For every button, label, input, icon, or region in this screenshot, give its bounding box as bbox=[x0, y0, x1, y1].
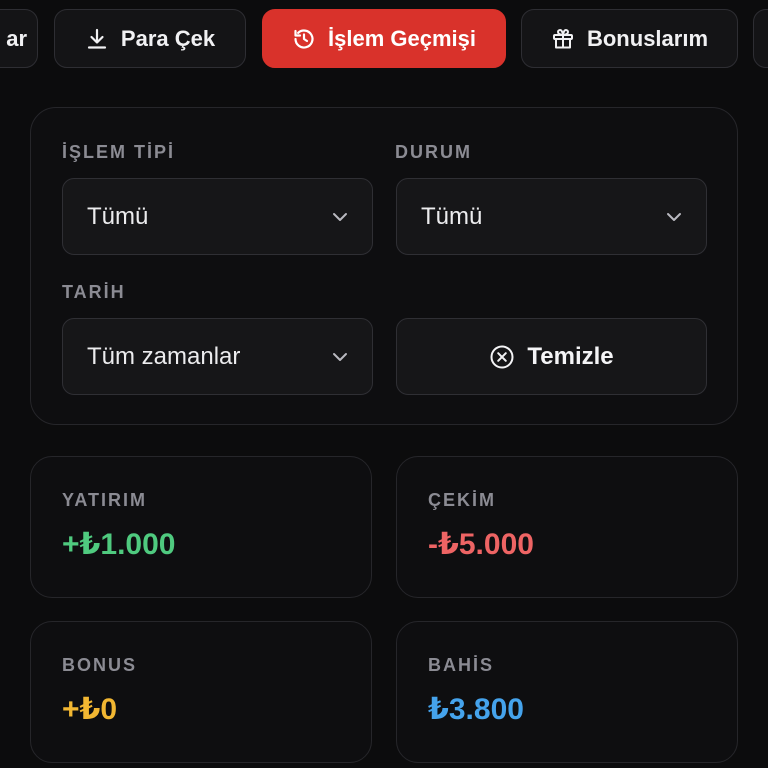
card-label: YATIRIM bbox=[62, 490, 148, 510]
transaction-type-select[interactable]: Tümü bbox=[62, 178, 373, 255]
card-value: ₺3.800 bbox=[428, 693, 524, 726]
tab-my-bonuses[interactable]: Bonuslarım bbox=[521, 9, 738, 68]
bonus-summary-card: BONUS +₺0 bbox=[30, 621, 372, 763]
clear-filters-button[interactable]: Temizle bbox=[396, 318, 707, 395]
tab-bar: ar Para Çek İşlem Geçmişi Bonuslarım bbox=[0, 9, 768, 70]
tab-label: Bonuslarım bbox=[586, 25, 709, 51]
date-select[interactable]: Tüm zamanlar bbox=[62, 318, 373, 395]
select-value: Tümü bbox=[87, 202, 149, 230]
card-value: +₺0 bbox=[62, 693, 118, 726]
tab-partial-right[interactable] bbox=[753, 9, 768, 68]
deposit-summary-card: YATIRIM +₺1.000 bbox=[30, 456, 372, 598]
date-label: TARİH bbox=[62, 282, 126, 302]
select-value: Tümü bbox=[421, 202, 483, 230]
close-circle-icon bbox=[489, 344, 515, 370]
clear-button-label: Temizle bbox=[527, 342, 614, 370]
withdrawal-summary-card: ÇEKİM -₺5.000 bbox=[396, 456, 738, 598]
select-value: Tüm zamanlar bbox=[87, 342, 241, 370]
tab-withdraw[interactable]: Para Çek bbox=[54, 9, 246, 68]
status-select[interactable]: Tümü bbox=[396, 178, 707, 255]
card-label: BONUS bbox=[62, 655, 138, 675]
transaction-history-page: ar Para Çek İşlem Geçmişi Bonuslarım İŞL… bbox=[0, 0, 768, 768]
card-value: +₺1.000 bbox=[62, 528, 176, 561]
card-label: ÇEKİM bbox=[428, 490, 496, 510]
tab-label: ar bbox=[6, 25, 27, 51]
tab-partial-left[interactable]: ar bbox=[0, 9, 38, 68]
card-label: BAHİS bbox=[428, 655, 495, 675]
tab-label: Para Çek bbox=[120, 25, 216, 51]
status-label: DURUM bbox=[395, 142, 472, 162]
card-value: -₺5.000 bbox=[428, 528, 534, 561]
bet-summary-card: BAHİS ₺3.800 bbox=[396, 621, 738, 763]
download-icon bbox=[85, 27, 109, 51]
chevron-down-icon bbox=[330, 347, 350, 367]
gift-icon bbox=[551, 27, 575, 51]
history-icon bbox=[292, 27, 316, 51]
tab-transaction-history[interactable]: İşlem Geçmişi bbox=[262, 9, 506, 68]
chevron-down-icon bbox=[330, 207, 350, 227]
filter-panel: İŞLEM TİPİ Tümü DURUM Tümü TARİH Tüm zam… bbox=[30, 107, 738, 425]
tab-label: İşlem Geçmişi bbox=[328, 25, 476, 51]
chevron-down-icon bbox=[664, 207, 684, 227]
transaction-type-label: İŞLEM TİPİ bbox=[62, 142, 176, 162]
